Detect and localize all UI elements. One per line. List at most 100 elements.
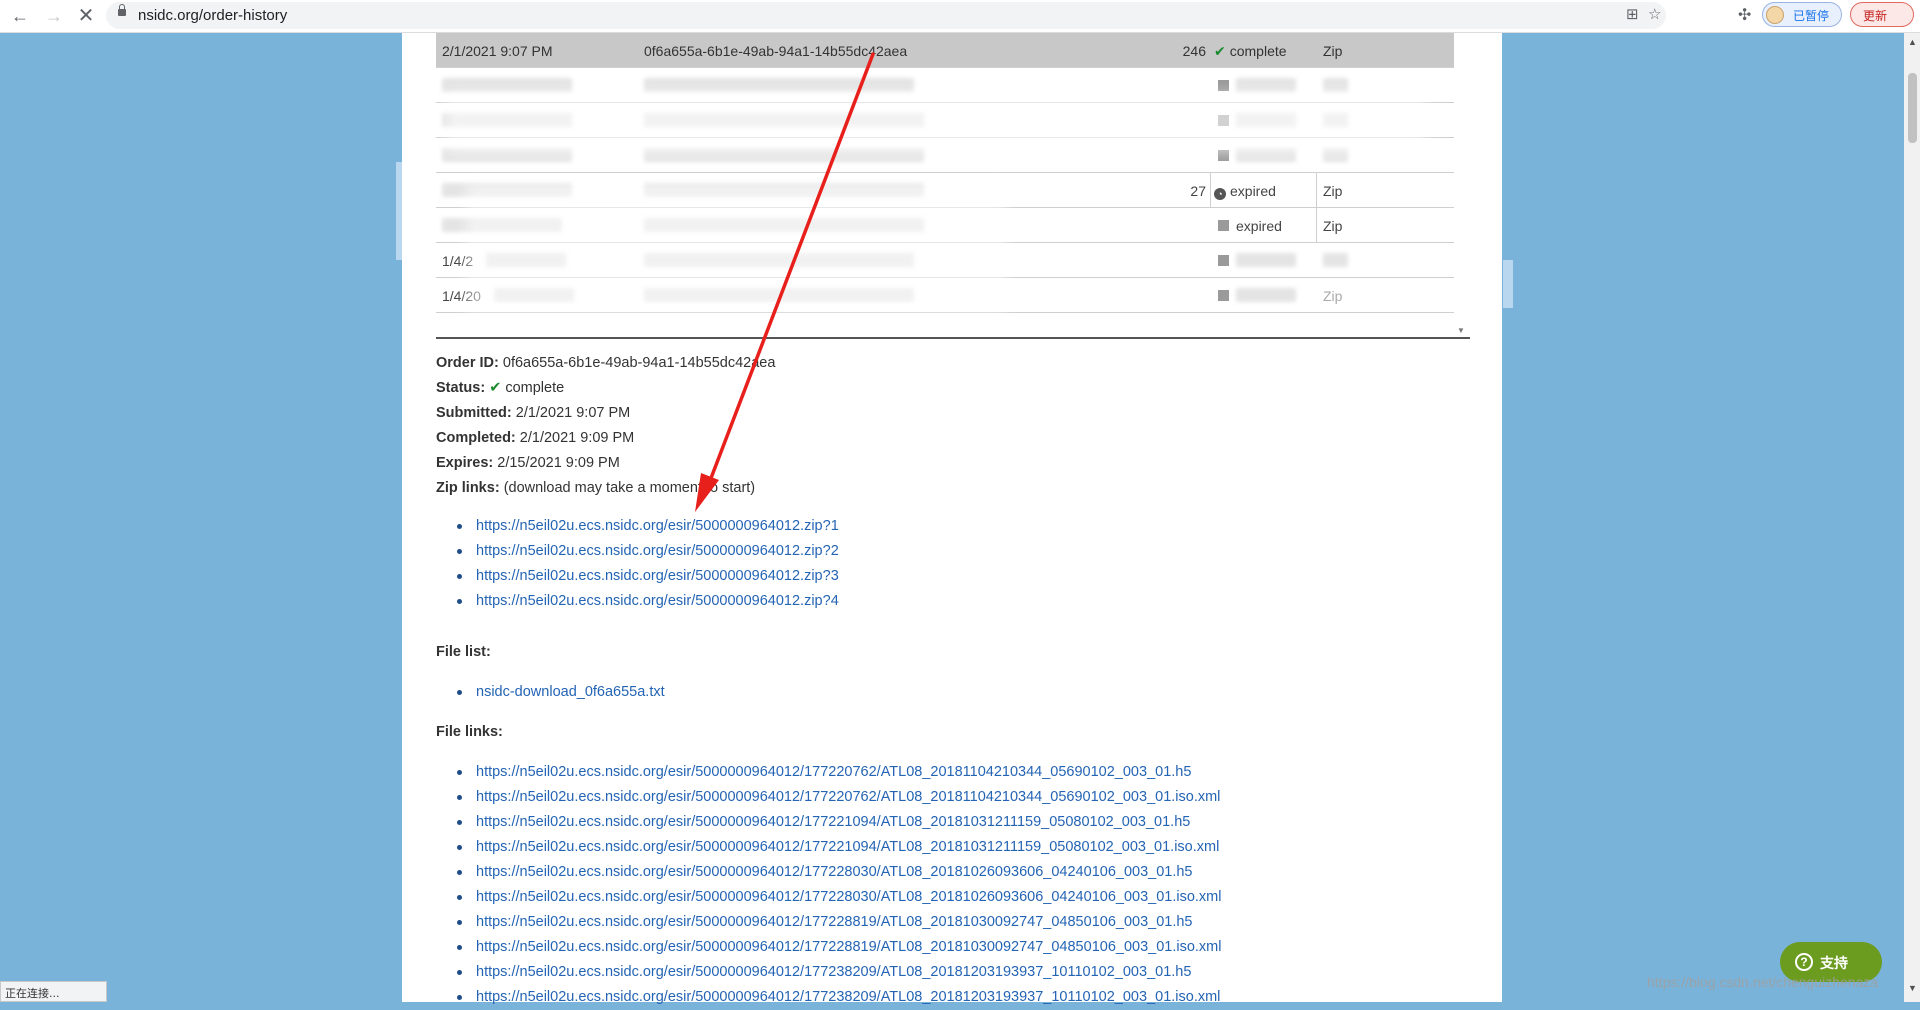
column-divider	[1316, 173, 1317, 207]
list-item: https://n5eil02u.ecs.nsidc.org/esir/5000…	[436, 589, 1436, 614]
status-text: complete	[1229, 43, 1287, 59]
watermark: https://blog.csdn.net/chenguizhenaza	[1647, 974, 1879, 990]
status-square-icon	[1218, 80, 1229, 91]
list-item: https://n5eil02u.ecs.nsidc.org/esir/5000…	[436, 539, 1436, 564]
status-cell: ✔ complete	[1214, 43, 1287, 60]
file-count: 246	[1182, 43, 1206, 59]
file-list: nsidc-download_0f6a655a.txt	[436, 680, 1436, 705]
scroll-thumb[interactable]	[1908, 73, 1917, 143]
url-text[interactable]: nsidc.org/order-history	[138, 7, 287, 24]
redacted-block	[1236, 253, 1296, 267]
paused-label: 已暂停	[1793, 9, 1830, 23]
file-list-heading: File list:	[436, 644, 491, 660]
file-list-link[interactable]: nsidc-download_0f6a655a.txt	[476, 684, 665, 700]
file-link[interactable]: https://n5eil02u.ecs.nsidc.org/esir/5000…	[476, 864, 1193, 880]
list-item: https://n5eil02u.ecs.nsidc.org/esir/5000…	[436, 910, 1436, 935]
stop-loading-icon[interactable]: ✕	[74, 4, 98, 28]
redacted-block	[442, 78, 572, 92]
file-link[interactable]: https://n5eil02u.ecs.nsidc.org/esir/5000…	[476, 989, 1220, 1005]
list-item: https://n5eil02u.ecs.nsidc.org/esir/5000…	[436, 860, 1436, 885]
right-edge-panel	[1503, 260, 1513, 308]
redacted-block	[1236, 288, 1296, 302]
clock-icon: ◔	[1214, 188, 1226, 200]
update-label: 更新	[1863, 9, 1888, 23]
detail-order-id: Order ID: 0f6a655a-6b1e-49ab-94a1-14b55d…	[436, 355, 776, 371]
redaction-overlay	[446, 93, 1426, 153]
zip-links-list: https://n5eil02u.ecs.nsidc.org/esir/5000…	[436, 514, 1436, 614]
bookmark-star-icon[interactable]: ☆	[1648, 5, 1661, 23]
type-cell: Zip	[1323, 43, 1343, 59]
browser-toolbar: ← → ✕ nsidc.org/order-history ⊞ ☆ ✣ 已暂停 …	[0, 0, 1920, 33]
redacted-block	[1236, 78, 1296, 92]
list-item: https://n5eil02u.ecs.nsidc.org/esir/5000…	[436, 960, 1436, 985]
back-arrow-icon[interactable]: ←	[8, 4, 32, 28]
file-link[interactable]: https://n5eil02u.ecs.nsidc.org/esir/5000…	[476, 764, 1191, 780]
list-item: https://n5eil02u.ecs.nsidc.org/esir/5000…	[436, 810, 1436, 835]
zip-link[interactable]: https://n5eil02u.ecs.nsidc.org/esir/5000…	[476, 543, 839, 559]
help-icon: ?	[1795, 953, 1813, 971]
redacted-block	[1323, 253, 1348, 267]
address-bar[interactable]: nsidc.org/order-history ⊞ ☆	[106, 2, 1666, 29]
zip-link[interactable]: https://n5eil02u.ecs.nsidc.org/esir/5000…	[476, 518, 839, 534]
list-item: https://n5eil02u.ecs.nsidc.org/esir/5000…	[436, 760, 1436, 785]
zip-link[interactable]: https://n5eil02u.ecs.nsidc.org/esir/5000…	[476, 568, 839, 584]
file-links-list: https://n5eil02u.ecs.nsidc.org/esir/5000…	[436, 760, 1436, 1010]
file-count: 27	[1190, 183, 1206, 199]
profile-paused-button[interactable]: 已暂停	[1762, 2, 1842, 27]
type-cell: Zip	[1323, 218, 1343, 234]
list-item: https://n5eil02u.ecs.nsidc.org/esir/5000…	[436, 785, 1436, 810]
redacted-block	[644, 78, 914, 92]
check-icon: ✔	[489, 380, 502, 396]
list-item: nsidc-download_0f6a655a.txt	[436, 680, 1436, 705]
file-link[interactable]: https://n5eil02u.ecs.nsidc.org/esir/5000…	[476, 789, 1220, 805]
status-text: expired	[1230, 183, 1276, 199]
zip-link[interactable]: https://n5eil02u.ecs.nsidc.org/esir/5000…	[476, 593, 839, 609]
table-scroll-down-icon[interactable]: ▼	[1457, 326, 1465, 335]
order-id-cell: 0f6a655a-6b1e-49ab-94a1-14b55dc42aea	[644, 43, 908, 59]
status-square-icon	[1218, 220, 1229, 231]
scroll-down-icon[interactable]: ▼	[1908, 983, 1917, 993]
table-bottom-border	[436, 337, 1470, 339]
order-date: 2/1/2021 9:07 PM	[442, 43, 553, 59]
status-text: expired	[1236, 218, 1282, 234]
table-row-selected[interactable]: 2/1/2021 9:07 PM 0f6a655a-6b1e-49ab-94a1…	[436, 33, 1454, 68]
type-cell: Zip	[1323, 288, 1343, 304]
check-icon: ✔	[1214, 43, 1226, 59]
column-divider	[1316, 208, 1317, 242]
list-item: https://n5eil02u.ecs.nsidc.org/esir/5000…	[436, 514, 1436, 539]
file-link[interactable]: https://n5eil02u.ecs.nsidc.org/esir/5000…	[476, 889, 1221, 905]
update-button[interactable]: 更新	[1850, 2, 1914, 27]
status-cell: ◔ expired	[1214, 183, 1276, 200]
detail-status: Status: ✔ complete	[436, 380, 565, 396]
detail-zip-links: Zip links: (download may take a moment t…	[436, 480, 756, 496]
file-links-heading: File links:	[436, 724, 503, 740]
list-item: https://n5eil02u.ecs.nsidc.org/esir/5000…	[436, 985, 1436, 1010]
order-history-table: 2/1/2021 9:07 PM 0f6a655a-6b1e-49ab-94a1…	[436, 33, 1470, 339]
detail-expires: Expires: 2/15/2021 9:09 PM	[436, 455, 620, 471]
browser-status-bar: 正在连接...	[0, 981, 107, 1002]
status-square-icon	[1218, 255, 1229, 266]
detail-completed: Completed: 2/1/2021 9:09 PM	[436, 430, 635, 446]
support-label: 支持	[1820, 956, 1848, 972]
type-cell: Zip	[1323, 183, 1343, 199]
avatar	[1766, 6, 1784, 24]
page-content: 2/1/2021 9:07 PM 0f6a655a-6b1e-49ab-94a1…	[402, 33, 1502, 1005]
forward-arrow-icon[interactable]: →	[42, 4, 66, 28]
list-item: https://n5eil02u.ecs.nsidc.org/esir/5000…	[436, 935, 1436, 960]
list-item: https://n5eil02u.ecs.nsidc.org/esir/5000…	[436, 885, 1436, 910]
file-link[interactable]: https://n5eil02u.ecs.nsidc.org/esir/5000…	[476, 939, 1221, 955]
lock-icon	[118, 4, 126, 16]
file-link[interactable]: https://n5eil02u.ecs.nsidc.org/esir/5000…	[476, 964, 1191, 980]
column-divider	[1210, 173, 1211, 207]
page-scrollbar[interactable]: ▲ ▼	[1904, 33, 1920, 1002]
list-item: https://n5eil02u.ecs.nsidc.org/esir/5000…	[436, 835, 1436, 860]
file-link[interactable]: https://n5eil02u.ecs.nsidc.org/esir/5000…	[476, 914, 1193, 930]
extensions-puzzle-icon[interactable]: ✣	[1738, 5, 1751, 25]
file-link[interactable]: https://n5eil02u.ecs.nsidc.org/esir/5000…	[476, 839, 1219, 855]
redacted-block	[1323, 78, 1348, 92]
file-link[interactable]: https://n5eil02u.ecs.nsidc.org/esir/5000…	[476, 814, 1190, 830]
order-details: Order ID: 0f6a655a-6b1e-49ab-94a1-14b55d…	[436, 351, 1436, 501]
translate-icon[interactable]: ⊞	[1626, 5, 1639, 23]
status-square-icon	[1218, 290, 1229, 301]
scroll-up-icon[interactable]: ▲	[1908, 37, 1917, 47]
